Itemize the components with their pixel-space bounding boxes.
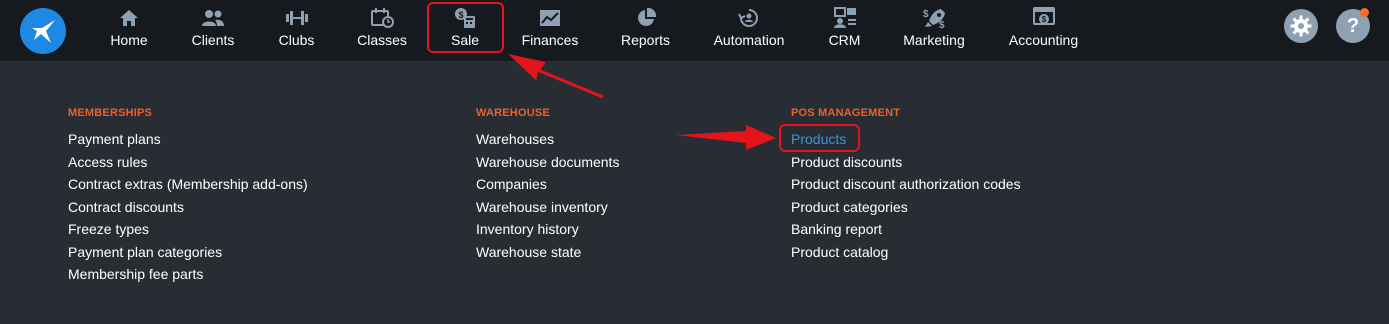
menu-link-product-discount-authorization-codes[interactable]: Product discount authorization codes xyxy=(791,176,1021,199)
nav-label: Finances xyxy=(521,32,579,48)
nav-label: Accounting xyxy=(1008,32,1079,48)
svg-text:$: $ xyxy=(1041,15,1046,24)
accounting-icon: $ xyxy=(1032,6,1056,30)
nav-label: Automation xyxy=(713,32,785,48)
crm-icon xyxy=(833,6,857,30)
nav-clubs[interactable]: Clubs xyxy=(279,0,314,61)
menu-link-product-categories[interactable]: Product categories xyxy=(791,199,1021,222)
nav-automation[interactable]: Automation xyxy=(714,0,784,61)
nav-label: CRM xyxy=(828,32,861,48)
menu-link-access-rules[interactable]: Access rules xyxy=(68,154,308,177)
nav-label: Classes xyxy=(357,32,407,48)
settings-button[interactable] xyxy=(1284,9,1318,43)
menu-link-warehouses[interactable]: Warehouses xyxy=(476,131,619,154)
nav-reports[interactable]: Reports xyxy=(621,0,670,61)
section-title: WAREHOUSE xyxy=(476,107,550,119)
menu-link-contract-extras[interactable]: Contract extras (Membership add-ons) xyxy=(68,176,308,199)
menu-link-freeze-types[interactable]: Freeze types xyxy=(68,221,308,244)
menu-link-inventory-history[interactable]: Inventory history xyxy=(476,221,619,244)
menu-link-contract-discounts[interactable]: Contract discounts xyxy=(68,199,308,222)
nav-label: Sale xyxy=(450,32,480,48)
menu-link-payment-plans[interactable]: Payment plans xyxy=(68,131,308,154)
nav-label: Reports xyxy=(620,32,671,48)
menu-column-pos-management: POS MANAGEMENT Products Product discount… xyxy=(791,107,1021,266)
svg-text:$: $ xyxy=(458,10,463,20)
menu-link-payment-plan-categories[interactable]: Payment plan categories xyxy=(68,244,308,267)
menu-link-warehouse-inventory[interactable]: Warehouse inventory xyxy=(476,199,619,222)
nav-sale[interactable]: $ Sale xyxy=(451,0,479,61)
nav-home[interactable]: Home xyxy=(110,0,148,61)
menu-link-membership-fee-parts[interactable]: Membership fee parts xyxy=(68,266,308,289)
gear-icon xyxy=(1290,15,1312,37)
nav-crm[interactable]: CRM xyxy=(829,0,860,61)
svg-text:$: $ xyxy=(939,20,945,29)
help-icon: ? xyxy=(1346,14,1360,37)
nav-label: Marketing xyxy=(903,32,965,48)
section-title: MEMBERSHIPS xyxy=(68,107,153,119)
arrow-to-products xyxy=(676,125,776,150)
calendar-clock-icon xyxy=(370,6,394,30)
nav-label: Clubs xyxy=(278,32,315,48)
menu-column-memberships: MEMBERSHIPS Payment plans Access rules C… xyxy=(68,107,308,289)
menu-link-warehouse-documents[interactable]: Warehouse documents xyxy=(476,154,619,177)
menu-link-product-discounts[interactable]: Product discounts xyxy=(791,154,1021,177)
nav-label: Home xyxy=(110,32,148,48)
nav-classes[interactable]: Classes xyxy=(357,0,407,61)
pie-chart-icon xyxy=(636,6,656,30)
menu-link-warehouse-state[interactable]: Warehouse state xyxy=(476,244,619,267)
menu-link-product-catalog[interactable]: Product catalog xyxy=(791,244,1021,267)
nav-accounting[interactable]: $ Accounting xyxy=(1009,0,1078,61)
section-title: POS MANAGEMENT xyxy=(791,107,901,119)
menu-link-banking-report[interactable]: Banking report xyxy=(791,221,1021,244)
svg-text:$: $ xyxy=(923,9,929,20)
nav-marketing[interactable]: $ $ Marketing xyxy=(903,0,965,61)
notification-dot xyxy=(1360,8,1369,17)
nav-clients[interactable]: Clients xyxy=(191,0,235,61)
rocket-icon: $ $ xyxy=(921,6,947,30)
nav-label: Clients xyxy=(191,32,235,48)
home-icon xyxy=(119,6,139,30)
dumbbell-icon xyxy=(285,6,309,30)
menu-link-companies[interactable]: Companies xyxy=(476,176,619,199)
users-icon xyxy=(201,6,225,30)
menu-column-warehouse: WAREHOUSE Warehouses Warehouse documents… xyxy=(476,107,619,266)
cash-register-icon: $ xyxy=(453,6,477,30)
app-logo[interactable] xyxy=(20,8,66,54)
nav-finances[interactable]: Finances xyxy=(522,0,578,61)
star-logo-icon xyxy=(32,20,55,43)
menu-link-products[interactable]: Products xyxy=(791,131,1021,154)
line-chart-icon xyxy=(538,6,562,30)
top-navigation-bar: Home Clients Clubs Classes $ Sale Financ… xyxy=(0,0,1389,61)
automation-icon xyxy=(738,6,760,30)
